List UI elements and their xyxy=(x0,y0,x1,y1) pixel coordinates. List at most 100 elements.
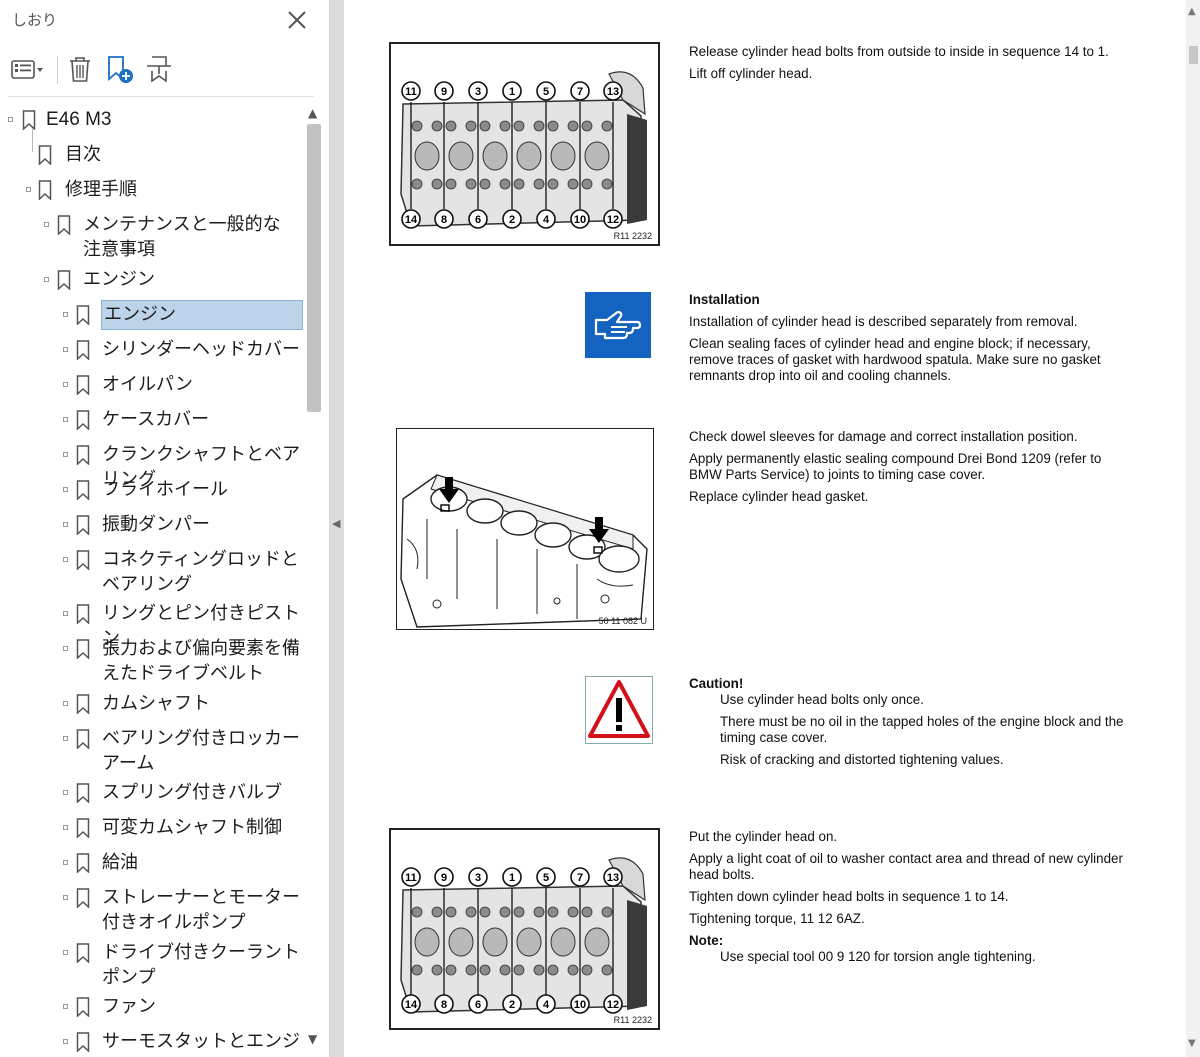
tree-item[interactable]: ファン xyxy=(0,994,304,1019)
list-options-icon[interactable] xyxy=(10,52,46,86)
tree-item[interactable]: 可変カムシャフト制御 xyxy=(0,815,304,840)
bolt-number-label: 5 xyxy=(543,872,549,884)
bookmark-icon xyxy=(76,997,90,1017)
scroll-thumb[interactable] xyxy=(307,124,321,412)
tree-item-engine[interactable]: エンジン xyxy=(0,300,304,330)
tree-item[interactable]: リングとピン付きピストン xyxy=(0,601,304,649)
expand-toggle[interactable] xyxy=(63,950,68,955)
tree-item[interactable]: コネクティングロッドとベアリング xyxy=(0,547,304,597)
engine-block-figure: 50 11 082 U xyxy=(396,428,654,630)
instruction-line: Replace cylinder head gasket. xyxy=(689,489,869,504)
scroll-up-icon[interactable]: ▲ xyxy=(308,106,317,120)
expand-toggle[interactable] xyxy=(63,736,68,741)
expand-toggle[interactable] xyxy=(63,417,68,422)
bolt-number-label: 6 xyxy=(475,214,481,226)
bookmark-icon xyxy=(57,270,71,290)
bolt-number-label: 12 xyxy=(607,999,619,1011)
tree-item[interactable]: カムシャフト xyxy=(0,691,304,716)
expand-toggle[interactable] xyxy=(8,117,13,122)
expand-toggle[interactable] xyxy=(44,222,49,227)
toolbar-separator xyxy=(57,56,58,84)
expand-toggle[interactable] xyxy=(63,825,68,830)
bookmark-icon xyxy=(76,480,90,500)
tree-item-maintenance[interactable]: メンテナンスと一般的な注意事項 xyxy=(0,212,304,262)
bolt-number-label: 1 xyxy=(509,86,515,98)
tree-item[interactable]: スプリング付きバルブ xyxy=(0,780,304,805)
figure-code: R11 2232 xyxy=(613,231,652,241)
bolt-number-label: 10 xyxy=(574,999,586,1011)
tree-item-label-selected: エンジン xyxy=(101,300,303,330)
tree-item-label: オイルパン xyxy=(102,374,193,395)
scroll-up-icon[interactable]: ▲ xyxy=(1188,6,1196,17)
tree-item-label: シリンダーヘッドカバー xyxy=(102,339,300,360)
tree-item[interactable]: ドライブ付きクーラントポンプ xyxy=(0,940,304,990)
instruction-line: Tighten down cylinder head bolts in sequ… xyxy=(689,889,1009,904)
expand-toggle[interactable] xyxy=(63,895,68,900)
expand-toggle[interactable] xyxy=(44,277,49,282)
bookmark-icon xyxy=(76,604,90,624)
tree-item[interactable]: ストレーナーとモーター付きオイルポンプ xyxy=(0,885,304,935)
scroll-down-icon[interactable]: ▼ xyxy=(308,1032,317,1046)
caution-line: Risk of cracking and distorted tightenin… xyxy=(720,752,1004,767)
tree-item-contents[interactable]: 目次 xyxy=(0,128,304,167)
instruction-line: Put the cylinder head on. xyxy=(689,829,838,844)
expand-toggle[interactable] xyxy=(63,347,68,352)
scroll-down-icon[interactable]: ▼ xyxy=(1188,1038,1196,1049)
tree-item[interactable]: オイルパン xyxy=(0,372,304,397)
bolt-number-label: 4 xyxy=(543,999,550,1011)
instruction-line: Apply a light coat of oil to washer cont… xyxy=(689,851,1123,882)
trash-icon[interactable] xyxy=(66,52,94,86)
bookmark-icon xyxy=(38,145,52,165)
tree-item-engine-group[interactable]: エンジン xyxy=(0,267,304,292)
tree-item[interactable]: シリンダーヘッドカバー xyxy=(0,337,304,362)
tree-item[interactable]: 振動ダンパー xyxy=(0,512,304,537)
expand-toggle[interactable] xyxy=(63,312,68,317)
tree-item-e46-m3[interactable]: E46 M3 xyxy=(0,107,304,132)
tree-item[interactable]: サーモスタットとエンジン耐 xyxy=(0,1029,304,1054)
expand-toggle[interactable] xyxy=(63,522,68,527)
bookmark-tree: E46 M3 目次 修理手順 メンテナンスと一般的な注意事項 エンジン エンジン… xyxy=(0,102,304,1057)
bolt-number-label: 7 xyxy=(577,872,583,884)
expand-toggle[interactable] xyxy=(63,557,68,562)
bookmarks-header: しおり xyxy=(0,0,330,40)
tree-item[interactable]: 張力および偏向要素を備えたドライブベルト xyxy=(0,636,304,686)
tightening-text: Put the cylinder head on. Apply a light … xyxy=(689,829,1149,971)
note-line: Use special tool 00 9 120 for torsion an… xyxy=(720,949,1036,964)
close-icon[interactable] xyxy=(284,7,310,33)
expand-toggle[interactable] xyxy=(63,860,68,865)
document-scrollbar[interactable]: ▲ ▼ xyxy=(1186,0,1200,1057)
scroll-thumb[interactable] xyxy=(1189,46,1198,64)
expand-toggle[interactable] xyxy=(26,187,31,192)
expand-toggle[interactable] xyxy=(63,452,68,457)
tree-item[interactable]: フライホイール xyxy=(0,477,304,502)
instruction-line: Apply permanently elastic sealing compou… xyxy=(689,451,1102,482)
sidebar-scrollbar[interactable]: ▲ ▼ xyxy=(304,102,322,1057)
expand-toggle[interactable] xyxy=(63,790,68,795)
expand-toggle[interactable] xyxy=(63,1004,68,1009)
bolt-number-label: 11 xyxy=(405,872,417,884)
bolt-number-label: 3 xyxy=(475,872,481,884)
tree-item-label: エンジン xyxy=(83,269,155,290)
tree-item-label: 張力および偏向要素を備えたドライブベルト xyxy=(102,638,300,684)
bolt-number-label: 14 xyxy=(405,214,418,226)
add-bookmark-icon[interactable] xyxy=(104,52,136,86)
panel-collapse-handle[interactable]: ◀ xyxy=(330,0,344,1057)
bookmark-icon xyxy=(76,694,90,714)
tree-item[interactable]: 給油 xyxy=(0,850,304,875)
tree-item-repair-procedures[interactable]: 修理手順 xyxy=(0,177,304,202)
expand-toggle[interactable] xyxy=(63,611,68,616)
expand-toggle[interactable] xyxy=(63,487,68,492)
instruction-line: Lift off cylinder head. xyxy=(689,66,813,81)
tree-item[interactable]: ベアリング付きロッカーアーム xyxy=(0,726,304,776)
expand-toggle[interactable] xyxy=(63,646,68,651)
tree-item[interactable]: ケースカバー xyxy=(0,407,304,432)
tree-item[interactable]: クランクシャフトとベアリング xyxy=(0,442,304,490)
expand-toggle[interactable] xyxy=(63,1039,68,1044)
instruction-line: Tightening torque, 11 12 6AZ. xyxy=(689,911,865,926)
bookmark-search-icon[interactable] xyxy=(143,52,175,86)
expand-toggle[interactable] xyxy=(63,701,68,706)
expand-toggle[interactable] xyxy=(63,382,68,387)
collapse-arrow-icon[interactable]: ◀ xyxy=(332,517,340,530)
document-page: 11 9 3 1 5 7 13 14 8 6 2 4 10 12 R11 223… xyxy=(344,0,1186,1057)
section-heading: Caution! xyxy=(689,676,744,691)
